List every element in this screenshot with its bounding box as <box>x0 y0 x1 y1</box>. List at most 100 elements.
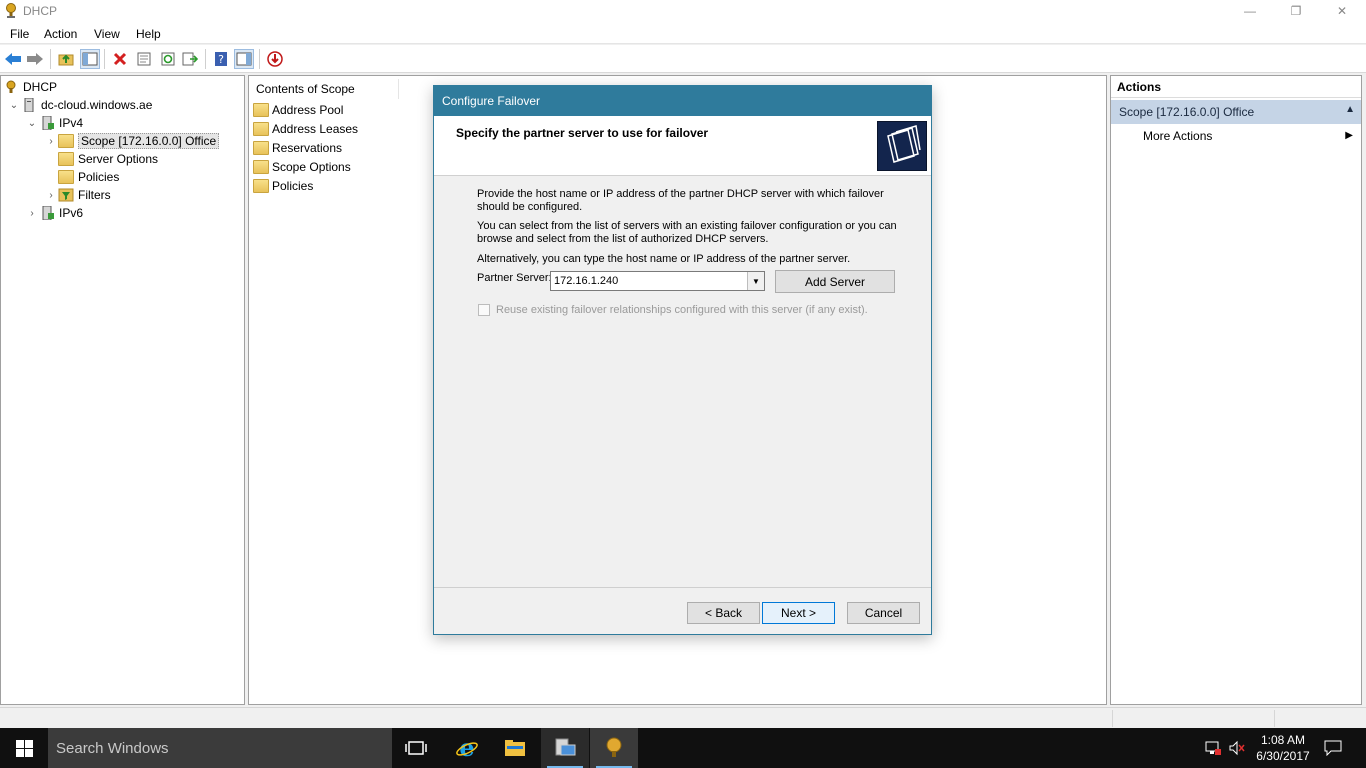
window-title: DHCP <box>23 4 58 18</box>
chevron-right-icon[interactable]: › <box>44 190 58 201</box>
refresh-icon[interactable] <box>158 49 178 69</box>
list-item-reservations[interactable]: Reservations <box>253 139 342 157</box>
menu-action[interactable]: Action <box>44 27 77 41</box>
delete-icon[interactable] <box>110 49 130 69</box>
chevron-right-icon[interactable]: › <box>25 208 39 219</box>
tree-item-dhcp[interactable]: DHCP <box>3 78 57 96</box>
next-button[interactable]: Next > <box>762 602 835 624</box>
export-list-icon[interactable] <box>180 49 200 69</box>
list-item-scope-options[interactable]: Scope Options <box>253 158 351 176</box>
add-server-label: Add Server <box>804 274 866 289</box>
back-arrow-icon[interactable] <box>3 49 23 69</box>
deactivate-icon[interactable] <box>265 49 285 69</box>
tree-item-label: Policies <box>78 170 120 184</box>
status-segment <box>1112 710 1274 727</box>
taskbar-clock[interactable]: 1:08 AM 6/30/2017 <box>1252 732 1314 764</box>
dhcp-app-icon <box>606 737 622 757</box>
restore-button[interactable]: ❐ <box>1273 0 1319 22</box>
reuse-failover-checkbox[interactable] <box>478 304 490 316</box>
tree-item-ipv6[interactable]: › IPv6 <box>25 204 83 222</box>
toolbar: ? <box>0 45 1366 73</box>
back-label: < Back <box>704 606 743 620</box>
chevron-down-icon[interactable]: ▼ <box>747 272 764 290</box>
list-item-label: Policies <box>272 179 314 193</box>
internet-explorer-button[interactable]: e <box>443 728 491 768</box>
status-segment <box>1274 710 1364 727</box>
actions-pane: Actions Scope [172.16.0.0] Office ▲ More… <box>1110 75 1362 705</box>
help-icon[interactable]: ? <box>211 49 231 69</box>
close-button[interactable]: ✕ <box>1319 0 1365 22</box>
minimize-icon: — <box>1244 4 1256 18</box>
tree-item-ipv4[interactable]: ⌄ IPv4 <box>25 114 83 132</box>
list-item-address-leases[interactable]: Address Leases <box>253 120 358 138</box>
add-server-button[interactable]: Add Server <box>775 270 895 293</box>
toolbar-separator <box>50 49 51 69</box>
tree-item-filters[interactable]: › Filters <box>44 186 110 204</box>
chevron-right-icon[interactable]: › <box>44 136 58 147</box>
dialog-title: Configure Failover <box>442 94 541 108</box>
cancel-label: Cancel <box>864 606 903 620</box>
ipv4-icon <box>39 115 55 131</box>
cancel-button[interactable]: Cancel <box>847 602 920 624</box>
actions-scope-header[interactable]: Scope [172.16.0.0] Office ▲ <box>1111 100 1361 124</box>
next-label: Next > <box>780 606 816 620</box>
toolbar-separator <box>104 49 105 69</box>
dialog-divider <box>434 587 931 588</box>
forward-arrow-icon[interactable] <box>25 49 45 69</box>
address-pool-icon <box>253 103 269 117</box>
show-hide-tree-icon[interactable] <box>80 49 100 69</box>
tree-item-policies[interactable]: Policies <box>58 168 119 186</box>
close-icon: ✕ <box>1336 4 1348 18</box>
more-actions-item[interactable]: More Actions ▶ <box>1111 126 1361 148</box>
action-center-icon[interactable] <box>1323 738 1343 758</box>
up-folder-icon[interactable] <box>56 49 76 69</box>
contents-column-header[interactable]: Contents of Scope <box>249 79 399 99</box>
dialog-instructions-3: Alternatively, you can type the host nam… <box>477 253 851 265</box>
reuse-failover-label: Reuse existing failover relationships co… <box>496 304 868 316</box>
list-item-address-pool[interactable]: Address Pool <box>253 101 343 119</box>
server-icon <box>21 97 37 113</box>
minimize-button[interactable]: — <box>1227 0 1273 22</box>
server-options-icon <box>58 152 74 166</box>
dhcp-taskbar-button[interactable] <box>590 728 638 768</box>
file-explorer-button[interactable] <box>491 728 539 768</box>
restore-icon: ❐ <box>1290 4 1302 18</box>
svg-text:?: ? <box>218 53 224 66</box>
clock-date: 6/30/2017 <box>1256 749 1310 763</box>
server-manager-button[interactable] <box>541 728 589 768</box>
task-view-button[interactable] <box>392 728 440 768</box>
back-button[interactable]: < Back <box>687 602 760 624</box>
chevron-down-icon[interactable]: ⌄ <box>7 100 21 111</box>
menu-file[interactable]: File <box>10 27 29 41</box>
menu-view[interactable]: View <box>94 27 120 41</box>
tree-item-server-options[interactable]: Server Options <box>58 150 158 168</box>
show-hide-action-pane-icon[interactable] <box>234 49 254 69</box>
start-button[interactable] <box>0 728 48 768</box>
list-item-policies[interactable]: Policies <box>253 177 313 195</box>
toolbar-separator <box>259 49 260 69</box>
volume-muted-icon[interactable] <box>1227 738 1247 758</box>
tree-item-label: Scope [172.16.0.0] Office <box>78 133 220 149</box>
clock-time: 1:08 AM <box>1260 733 1306 747</box>
chevron-down-icon[interactable]: ⌄ <box>25 118 39 129</box>
address-leases-icon <box>253 122 269 136</box>
network-icon[interactable] <box>1203 738 1223 758</box>
collapse-up-icon[interactable]: ▲ <box>1345 104 1355 115</box>
scope-options-icon <box>253 160 269 174</box>
search-input[interactable]: Search Windows <box>48 728 392 768</box>
dialog-titlebar[interactable]: Configure Failover <box>434 86 931 116</box>
list-item-label: Reservations <box>272 141 343 155</box>
tree-item-server[interactable]: ⌄ dc-cloud.windows.ae <box>7 96 152 114</box>
list-item-label: Address Pool <box>272 103 344 117</box>
policies-icon <box>58 170 74 184</box>
dhcp-app-icon <box>4 3 18 19</box>
menu-help[interactable]: Help <box>136 27 161 41</box>
policies-icon <box>253 179 269 193</box>
failover-wizard-icon <box>877 121 927 171</box>
dialog-heading: Specify the partner server to use for fa… <box>456 126 709 140</box>
tree-item-scope[interactable]: › Scope [172.16.0.0] Office <box>44 132 220 150</box>
partner-server-value: 172.16.1.240 <box>554 275 619 287</box>
properties-icon[interactable] <box>134 49 154 69</box>
partner-server-combobox[interactable]: 172.16.1.240 ▼ <box>550 271 765 291</box>
filter-icon <box>58 188 74 202</box>
